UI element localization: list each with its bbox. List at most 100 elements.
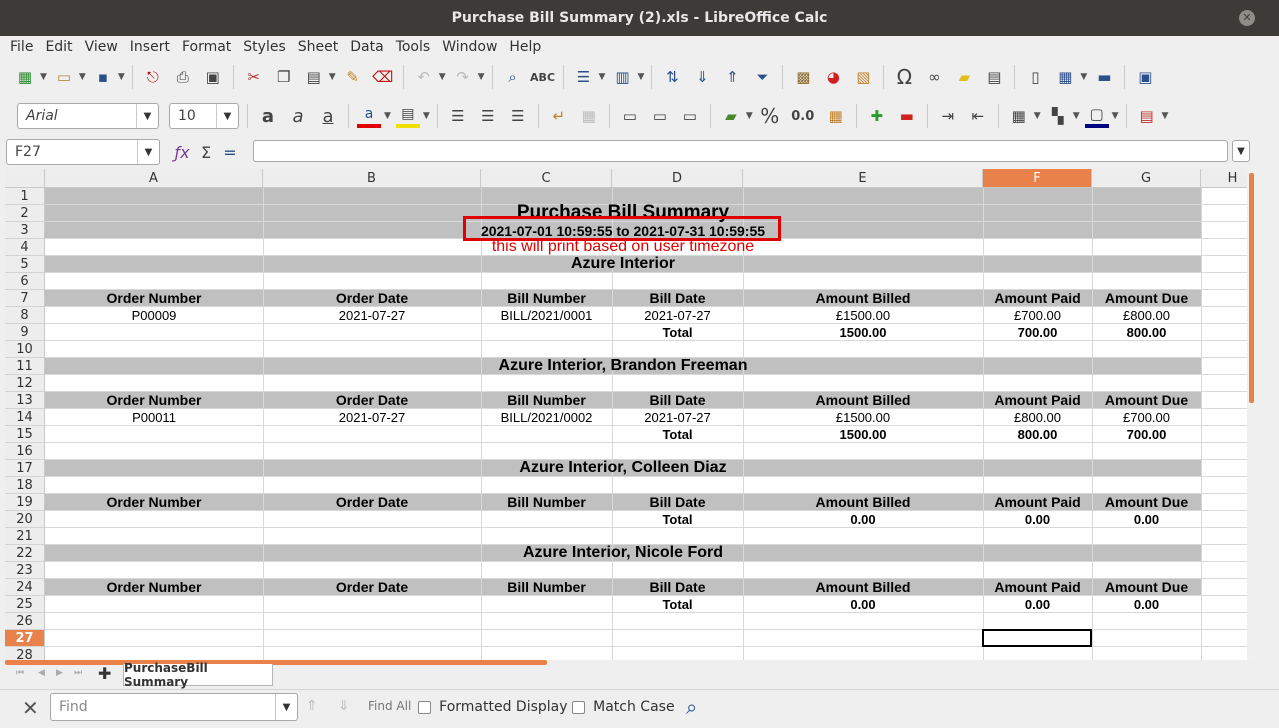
font-name-box[interactable]: Arial ▼ [17, 103, 159, 129]
hyperlink-icon[interactable]: ∞ [922, 65, 946, 89]
row-header-28[interactable]: 28 [5, 647, 45, 660]
menu-data[interactable]: Data [344, 39, 389, 55]
font-name-dropdown-icon[interactable]: ▼ [136, 104, 158, 128]
first-sheet-icon[interactable]: ⏮ [16, 668, 24, 678]
name-box[interactable]: F27 ▼ [6, 139, 160, 165]
menu-format[interactable]: Format [176, 39, 237, 55]
column-header-e[interactable]: E [743, 169, 983, 188]
horizontal-scrollbar[interactable] [5, 660, 547, 665]
find-replace-icon[interactable]: ⌕ [501, 65, 525, 89]
menu-edit[interactable]: Edit [39, 39, 78, 55]
underline-icon[interactable]: a [316, 104, 340, 128]
align-right-icon[interactable]: ☰ [506, 104, 530, 128]
row-header-9[interactable]: 9 [5, 324, 45, 341]
row-header-27[interactable]: 27 [5, 630, 45, 647]
find-dropdown-icon[interactable]: ▼ [275, 694, 297, 720]
menu-window[interactable]: Window [436, 39, 503, 55]
pivot-table-icon[interactable]: ▧ [851, 65, 875, 89]
formatted-display-checkbox[interactable] [418, 700, 431, 714]
font-color-icon[interactable]: a [357, 104, 381, 128]
row-header-2[interactable]: 2 [5, 205, 45, 222]
column-header-g[interactable]: G [1092, 169, 1201, 188]
add-decimal-icon[interactable]: ✚ [865, 104, 889, 128]
percent-format-icon[interactable]: % [758, 104, 782, 128]
active-cell-cursor[interactable] [982, 629, 1092, 647]
new-spreadsheet-icon[interactable]: ▦ [13, 65, 37, 89]
sort-icon[interactable]: ⇅ [660, 65, 684, 89]
last-sheet-icon[interactable]: ⏭ [74, 668, 82, 678]
find-all-button[interactable]: Find All [368, 699, 411, 713]
clone-formatting-icon[interactable]: ✎ [341, 65, 365, 89]
autofilter-icon[interactable]: ⏷ [750, 65, 774, 89]
align-left-icon[interactable]: ☰ [446, 104, 470, 128]
row-header-24[interactable]: 24 [5, 579, 45, 596]
special-character-icon[interactable]: Ω [892, 65, 916, 89]
column-icon[interactable]: ▥ [610, 65, 634, 89]
copy-icon[interactable]: ❐ [272, 65, 296, 89]
row-header-15[interactable]: 15 [5, 426, 45, 443]
border-style-icon[interactable]: ▚ [1046, 104, 1070, 128]
currency-format-icon[interactable]: ▰ [719, 104, 743, 128]
row-header-12[interactable]: 12 [5, 375, 45, 392]
row-header-4[interactable]: 4 [5, 239, 45, 256]
row-header-19[interactable]: 19 [5, 494, 45, 511]
row-header-25[interactable]: 25 [5, 596, 45, 613]
merge-cells-icon[interactable]: ▦ [577, 104, 601, 128]
sort-ascending-icon[interactable]: ⇑ [720, 65, 744, 89]
split-window-icon[interactable]: ▬ [1092, 65, 1116, 89]
formula-input[interactable] [253, 140, 1228, 162]
print-preview-icon[interactable]: ▣ [201, 65, 225, 89]
align-middle-icon[interactable]: ▭ [648, 104, 672, 128]
comment-icon[interactable]: ▰ [952, 65, 976, 89]
vertical-scroll-thumb[interactable] [1249, 173, 1254, 403]
menu-insert[interactable]: Insert [124, 39, 176, 55]
sort-descending-icon[interactable]: ⇓ [690, 65, 714, 89]
open-folder-icon[interactable]: ▭ [52, 65, 76, 89]
export-pdf-icon[interactable]: ⎋ [141, 65, 165, 89]
column-header-c[interactable]: C [481, 169, 612, 188]
column-header-a[interactable]: A [45, 169, 263, 188]
conditional-format-icon[interactable]: ▤ [1135, 104, 1159, 128]
find-input[interactable]: Find ▼ [50, 693, 298, 721]
bold-icon[interactable]: a [256, 104, 280, 128]
font-size-dropdown-icon[interactable]: ▼ [216, 104, 238, 128]
insert-image-icon[interactable]: ▩ [791, 65, 815, 89]
row-header-26[interactable]: 26 [5, 613, 45, 630]
align-bottom-icon[interactable]: ▭ [678, 104, 702, 128]
row-header-10[interactable]: 10 [5, 341, 45, 358]
menu-sheet[interactable]: Sheet [292, 39, 344, 55]
sidebar-toggle-icon[interactable]: ▣ [1133, 65, 1157, 89]
row-header-13[interactable]: 13 [5, 392, 45, 409]
row-header-18[interactable]: 18 [5, 477, 45, 494]
row-header-11[interactable]: 11 [5, 358, 45, 375]
decrease-indent-icon[interactable]: ⇤ [966, 104, 990, 128]
spreadsheet-grid[interactable]: A B C D E F G H 1 2 3 4 5 6 7 8 9 10 11 12 13 14 15 16 17 18 19 20 2… [5, 169, 1255, 660]
add-sheet-icon[interactable]: ✚ [98, 664, 111, 683]
align-center-icon[interactable]: ☰ [476, 104, 500, 128]
align-top-icon[interactable]: ▭ [618, 104, 642, 128]
menu-file[interactable]: File [4, 39, 39, 55]
function-wizard-icon[interactable]: ƒx [170, 140, 194, 164]
find-previous-icon[interactable]: ⇑ [306, 698, 318, 714]
match-case-option[interactable]: Match Case [572, 699, 675, 715]
headers-footers-icon[interactable]: ▤ [982, 65, 1006, 89]
row-header-6[interactable]: 6 [5, 273, 45, 290]
font-size-box[interactable]: 10 ▼ [169, 103, 239, 129]
column-header-d[interactable]: D [612, 169, 743, 188]
row-header-7[interactable]: 7 [5, 290, 45, 307]
insert-chart-icon[interactable]: ◕ [821, 65, 845, 89]
column-header-f[interactable]: F [983, 169, 1092, 188]
menu-tools[interactable]: Tools [390, 39, 437, 55]
menu-view[interactable]: View [79, 39, 124, 55]
row-header-17[interactable]: 17 [5, 460, 45, 477]
number-format-icon[interactable]: 0.0 [788, 104, 818, 128]
next-sheet-icon[interactable]: ▶ [56, 668, 63, 678]
row-header-23[interactable]: 23 [5, 562, 45, 579]
menu-styles[interactable]: Styles [237, 39, 291, 55]
prev-sheet-icon[interactable]: ◀ [38, 668, 45, 678]
cut-icon[interactable]: ✂ [242, 65, 266, 89]
match-case-checkbox[interactable] [572, 700, 585, 714]
row-header-14[interactable]: 14 [5, 409, 45, 426]
save-icon[interactable]: ▪ [91, 65, 115, 89]
increase-indent-icon[interactable]: ⇥ [936, 104, 960, 128]
